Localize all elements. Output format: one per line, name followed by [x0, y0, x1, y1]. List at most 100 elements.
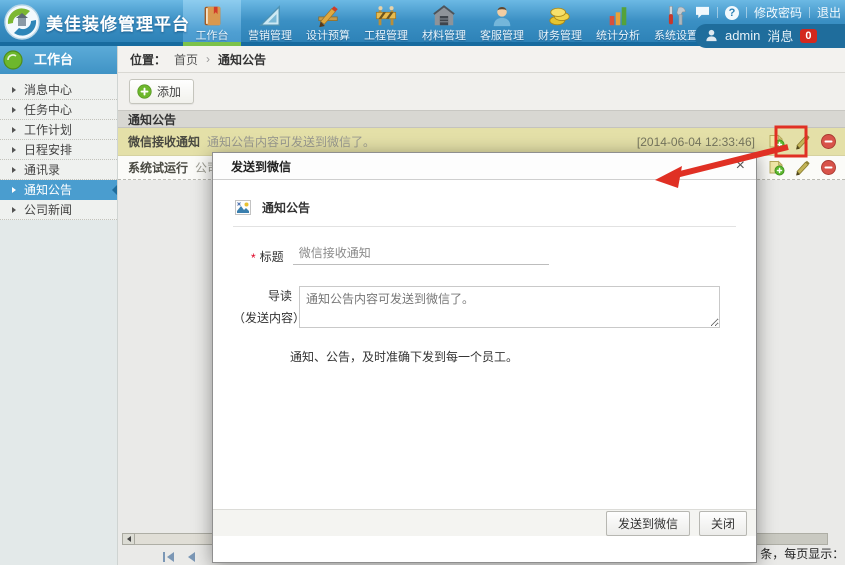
screen: 美佳装修管理平台 工作台 — [0, 0, 845, 565]
first-page-icon[interactable] — [162, 551, 176, 563]
sidebar-item-task-center[interactable]: 任务中心 — [0, 100, 117, 120]
sidebar-item-work-plan[interactable]: 工作计划 — [0, 120, 117, 140]
message-count-badge[interactable]: 0 — [800, 29, 816, 43]
tab-engineering[interactable]: 工程管理 — [357, 0, 415, 46]
tab-finance[interactable]: 财务管理 — [531, 0, 589, 46]
edit-pencil-icon[interactable] — [794, 159, 811, 176]
app-title: 美佳装修管理平台 — [46, 10, 190, 35]
dialog-section-header: 通知公告 — [233, 190, 736, 227]
stats-chart-icon — [606, 1, 630, 28]
bullet-arrow-icon — [12, 147, 16, 153]
dialog-footer: 发送到微信 关闭 — [213, 509, 756, 536]
tab-label: 材料管理 — [422, 29, 466, 46]
divider — [717, 7, 718, 18]
breadcrumb: 位置： 首页 › 通知公告 — [118, 46, 845, 73]
title-field-label: 标题 — [260, 248, 284, 265]
tab-label: 工程管理 — [364, 29, 408, 46]
left-arrow-icon — [127, 536, 131, 542]
sidebar-item-label: 消息中心 — [24, 83, 72, 97]
tab-statistics[interactable]: 统计分析 — [589, 0, 647, 46]
change-password-link[interactable]: 修改密码 — [754, 4, 802, 21]
dialog-body: 通知公告 * 标题 微信接收通知 导读 （发送内容） 通知公告内容可发送到微信了… — [213, 180, 756, 536]
sidebar-item-label: 任务中心 — [24, 103, 72, 117]
sidebar: 工作台 消息中心 任务中心 工作计划 日程安排 通讯录 通知公告 公司新闻 — [0, 46, 118, 565]
brand: 美佳装修管理平台 — [2, 2, 190, 42]
sidebar-item-contacts[interactable]: 通讯录 — [0, 160, 117, 180]
sidebar-item-message-center[interactable]: 消息中心 — [0, 80, 117, 100]
sidebar-item-label: 公司新闻 — [24, 203, 72, 217]
dialog-titlebar[interactable]: 发送到微信 × — [213, 153, 756, 180]
app-logo-globe-icon — [2, 2, 42, 42]
sidebar-item-company-news[interactable]: 公司新闻 — [0, 200, 117, 220]
broken-image-icon — [235, 200, 251, 215]
send-to-wechat-button[interactable]: 发送到微信 — [606, 511, 690, 536]
navbar-right: ? 修改密码 退出 admin 消息 0 — [695, 0, 845, 48]
bullet-arrow-icon — [12, 107, 16, 113]
required-asterisk: * — [251, 251, 256, 265]
service-person-icon — [490, 1, 514, 28]
sidebar-item-label: 通知公告 — [24, 183, 72, 197]
tab-customer-service[interactable]: 客服管理 — [473, 0, 531, 46]
main-nav-tabs: 工作台 营销管理 — [183, 0, 705, 46]
logout-link[interactable]: 退出 — [817, 4, 841, 21]
intro-label-main: 导读 — [233, 287, 297, 304]
workbench-book-icon — [200, 1, 224, 28]
tab-label: 工作台 — [196, 29, 229, 46]
close-icon[interactable]: × — [736, 158, 745, 174]
finance-coins-icon — [548, 1, 572, 28]
sidebar-menu: 消息中心 任务中心 工作计划 日程安排 通讯录 通知公告 公司新闻 — [0, 74, 117, 220]
bullet-arrow-icon — [12, 127, 16, 133]
tab-design-budget[interactable]: 设计预算 — [299, 0, 357, 46]
tab-label: 客服管理 — [480, 29, 524, 46]
delete-minus-icon[interactable] — [820, 133, 837, 150]
row-action-icons — [768, 159, 839, 176]
username[interactable]: admin — [725, 28, 760, 43]
scroll-left-button[interactable] — [122, 533, 135, 545]
notice-title[interactable]: 系统试运行 — [128, 159, 188, 176]
intro-field-row: 导读 （发送内容） 通知公告内容可发送到微信了。 — [233, 286, 736, 328]
sidebar-item-schedule[interactable]: 日程安排 — [0, 140, 117, 160]
message-bubble-icon[interactable] — [695, 6, 710, 19]
messages-link[interactable]: 消息 — [767, 26, 793, 45]
breadcrumb-current: 通知公告 — [218, 51, 266, 68]
help-icon[interactable]: ? — [725, 6, 739, 20]
sidebar-item-notices[interactable]: 通知公告 — [0, 180, 117, 200]
close-dialog-button[interactable]: 关闭 — [699, 511, 747, 536]
send-to-wechat-icon[interactable] — [768, 133, 785, 150]
tab-label: 统计分析 — [596, 29, 640, 46]
settings-tools-icon — [664, 1, 688, 28]
bullet-arrow-icon — [12, 207, 16, 213]
sidebar-item-label: 工作计划 — [24, 123, 72, 137]
tab-label: 系统设置 — [654, 29, 698, 46]
sidebar-item-label: 通讯录 — [24, 163, 60, 177]
notice-desc: 通知公告内容可发送到微信了。 — [207, 133, 375, 150]
bullet-arrow-icon — [12, 167, 16, 173]
materials-warehouse-icon — [432, 1, 456, 28]
engineering-barrier-icon — [374, 1, 398, 28]
intro-content-textarea[interactable]: 通知公告内容可发送到微信了。 — [299, 286, 720, 328]
notice-title[interactable]: 微信接收通知 — [128, 133, 200, 150]
tab-marketing[interactable]: 营销管理 — [241, 0, 299, 46]
prev-page-icon[interactable] — [184, 551, 198, 563]
tab-materials[interactable]: 材料管理 — [415, 0, 473, 46]
row-action-icons — [768, 133, 839, 150]
sidebar-header-label: 工作台 — [34, 52, 73, 67]
toolbar: 添加 — [118, 73, 845, 110]
tab-label: 营销管理 — [248, 29, 292, 46]
title-field-row: * 标题 微信接收通知 — [251, 244, 736, 265]
user-icon — [705, 29, 718, 42]
sidebar-item-label: 日程安排 — [24, 143, 72, 157]
delete-minus-icon[interactable] — [820, 159, 837, 176]
intro-field-label: 导读 （发送内容） — [233, 286, 297, 328]
navbar-utility-row: ? 修改密码 退出 — [695, 0, 845, 21]
bullet-arrow-icon — [12, 187, 16, 193]
edit-pencil-icon[interactable] — [794, 133, 811, 150]
title-field-input[interactable]: 微信接收通知 — [293, 244, 549, 265]
intro-label-sub: （发送内容） — [233, 309, 297, 326]
add-button[interactable]: 添加 — [129, 79, 194, 104]
breadcrumb-home-link[interactable]: 首页 — [174, 51, 198, 68]
tab-label: 设计预算 — [306, 29, 350, 46]
send-to-wechat-icon[interactable] — [768, 159, 785, 176]
tab-workbench[interactable]: 工作台 — [183, 0, 241, 46]
notice-date: [2014-06-04 12:33:46] — [637, 135, 755, 149]
